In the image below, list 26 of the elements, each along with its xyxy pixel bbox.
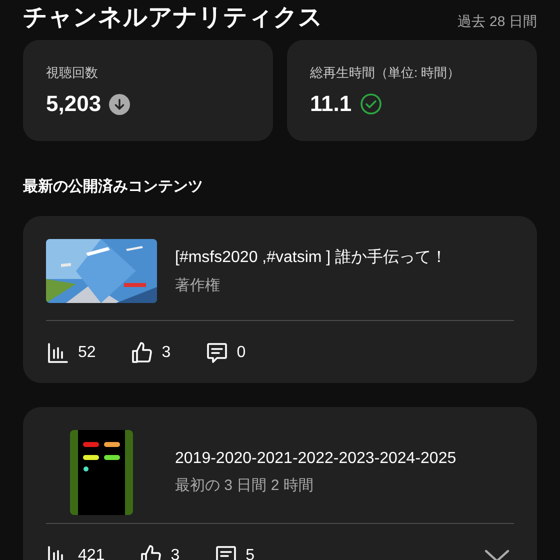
section-heading: 最新の公開済みコンテンツ (23, 177, 204, 196)
views-count: 421 (78, 547, 105, 560)
stat-value: 11.1 (310, 91, 352, 117)
video-title: [#msfs2020 ,#vatsim ] 誰か手伝って！ (175, 248, 448, 268)
stat-value: 5,203 (46, 91, 102, 117)
likes-count: 3 (170, 547, 180, 560)
bar-chart-icon (46, 341, 70, 365)
chevron-down-icon (484, 548, 510, 560)
video-card[interactable]: 2019-2020-2021-2022-2023-2024-2025 最初の 3 日間 2 時間 421 3 5 (23, 407, 537, 560)
video-subtitle: 著作権 (175, 276, 221, 295)
comment-icon (204, 341, 229, 365)
page-title: チャンネルアナリティクス (23, 6, 323, 30)
likes-count: 3 (162, 344, 171, 362)
stat-card[interactable]: 視聴回数 5,203 (23, 40, 273, 141)
stat-label: 視聴回数 (46, 64, 99, 82)
video-title: 2019-2020-2021-2022-2023-2024-2025 (175, 450, 456, 468)
expand-button[interactable] (484, 548, 510, 560)
video-subtitle: 最初の 3 日間 2 時間 (175, 476, 314, 494)
thumbs-up-icon (130, 341, 154, 365)
video-card[interactable]: [#msfs2020 ,#vatsim ] 誰か手伝って！ 著作権 52 3 0 (23, 216, 537, 383)
views-count: 52 (78, 344, 96, 362)
stat-card[interactable]: 総再生時間（単位: 時間） 11.1 (287, 40, 537, 141)
comments-count: 5 (246, 547, 255, 560)
comments-count: 0 (236, 344, 246, 362)
stat-label: 総再生時間（単位: 時間） (310, 64, 462, 82)
period-label: 過去 28 日間 (458, 12, 537, 30)
